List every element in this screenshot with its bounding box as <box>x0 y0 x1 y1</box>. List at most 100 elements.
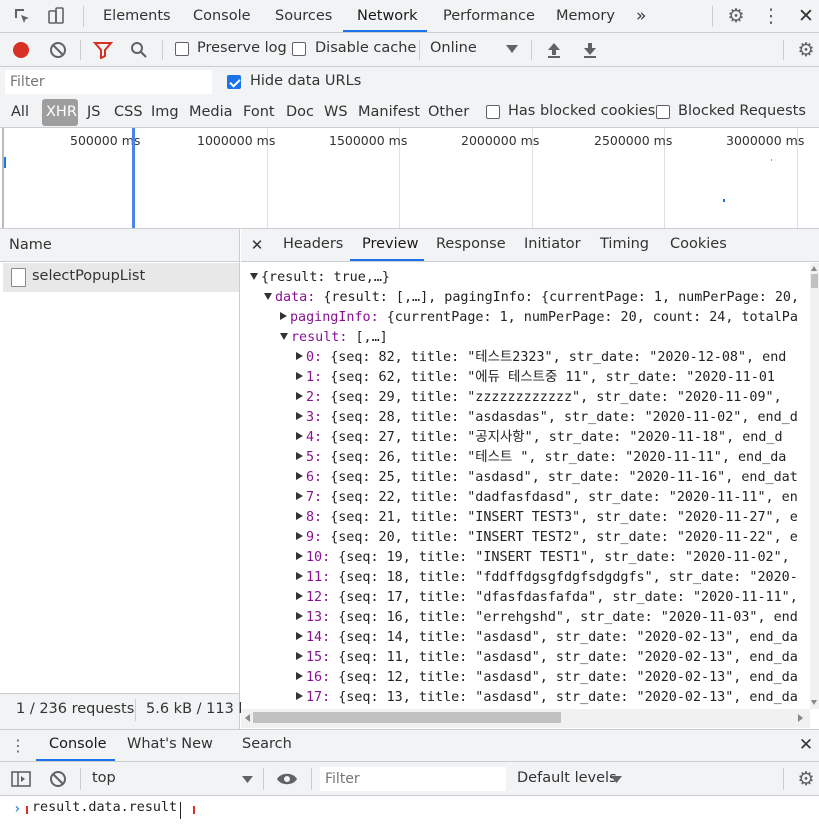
drawer-tab-console[interactable]: Console <box>49 736 107 752</box>
tab-initiator[interactable]: Initiator <box>524 236 581 252</box>
clear-console-icon[interactable] <box>48 769 68 789</box>
log-levels-arrow-icon[interactable] <box>609 771 623 787</box>
json-result-row[interactable]: 16: {seq: 12, title: "asdasd", str_date:… <box>296 668 798 688</box>
tab-memory[interactable]: Memory <box>556 0 615 32</box>
type-filter-xhr[interactable]: XHR <box>46 97 77 127</box>
horizontal-scrollbar-thumb[interactable] <box>253 712 561 723</box>
scroll-up-arrow-icon[interactable] <box>811 266 817 271</box>
tab-response[interactable]: Response <box>436 236 506 252</box>
settings-gear-icon[interactable]: ⚙ <box>725 5 747 27</box>
context-selector[interactable]: top <box>92 770 116 786</box>
tab-cookies[interactable]: Cookies <box>670 236 727 252</box>
json-result-row[interactable]: 8: {seq: 21, title: "INSERT TEST3", str_… <box>296 508 798 528</box>
request-name[interactable]: selectPopupList <box>32 268 145 284</box>
scroll-down-arrow-icon[interactable] <box>811 700 817 705</box>
console-filter-input[interactable] <box>320 767 506 791</box>
tab-console[interactable]: Console <box>193 0 251 32</box>
type-filter-manifest[interactable]: Manifest <box>358 97 420 127</box>
export-har-icon[interactable] <box>580 40 600 60</box>
json-result-row[interactable]: 14: {seq: 14, title: "asdasd", str_date:… <box>296 628 798 648</box>
scroll-left-arrow-icon[interactable] <box>245 714 250 722</box>
tab-timing[interactable]: Timing <box>600 236 649 252</box>
json-result-row[interactable]: 13: {seq: 16, title: "errehgshd", str_da… <box>296 608 798 628</box>
tab-elements[interactable]: Elements <box>103 0 171 32</box>
has-blocked-cookies-checkbox[interactable] <box>486 105 500 119</box>
device-toolbar-icon[interactable] <box>44 5 68 27</box>
show-sidebar-icon[interactable] <box>10 769 32 789</box>
search-icon[interactable] <box>128 40 150 60</box>
type-filter-doc[interactable]: Doc <box>286 97 314 127</box>
throttling-select[interactable]: Online <box>430 40 477 56</box>
json-result-row[interactable]: 15: {seq: 11, title: "asdasd", str_date:… <box>296 648 798 668</box>
disable-cache-checkbox[interactable] <box>292 42 306 56</box>
collapsed-triangle-icon <box>280 312 287 320</box>
filter-icon[interactable] <box>92 40 114 60</box>
type-filter-other[interactable]: Other <box>428 97 469 127</box>
filter-input[interactable] <box>5 70 212 94</box>
tab-preview[interactable]: Preview <box>362 236 418 252</box>
import-har-icon[interactable] <box>544 40 564 60</box>
json-result-row[interactable]: 10: {seq: 19, title: "INSERT TEST1", str… <box>296 548 790 568</box>
json-result-row[interactable]: 12: {seq: 17, title: "dfasfdasfafda", st… <box>296 588 798 608</box>
vertical-scrollbar[interactable] <box>810 263 819 709</box>
timeline-left-handle[interactable] <box>2 128 4 228</box>
timeline-tick-label: 1500000 ms <box>329 133 408 148</box>
type-filter-img[interactable]: Img <box>151 97 179 127</box>
json-result-row[interactable]: 4: {seq: 27, title: "공지사항", str_date: "2… <box>296 428 783 448</box>
json-result-row[interactable]: 5: {seq: 26, title: "테스트 ", str_date: "2… <box>296 448 786 468</box>
close-drawer-icon[interactable]: ✕ <box>796 735 816 755</box>
json-root[interactable]: {result: true,…} <box>250 268 390 288</box>
scroll-right-arrow-icon[interactable] <box>798 714 803 722</box>
hide-data-urls-checkbox[interactable] <box>227 75 241 89</box>
tab-headers[interactable]: Headers <box>283 236 343 252</box>
live-expression-eye-icon[interactable] <box>275 769 299 789</box>
clear-icon[interactable] <box>48 40 68 60</box>
json-result-row[interactable]: 6: {seq: 25, title: "asdasd", str_date: … <box>296 468 798 488</box>
json-result-row[interactable]: 17: {seq: 13, title: "asdasd", str_date:… <box>296 688 798 708</box>
console-settings-gear-icon[interactable]: ⚙ <box>795 768 817 790</box>
blocked-requests-checkbox[interactable] <box>656 105 670 119</box>
json-result-row[interactable]: 7: {seq: 22, title: "dadfasfdasd", str_d… <box>296 488 798 508</box>
type-filter-media[interactable]: Media <box>189 97 233 127</box>
json-result-row[interactable]: 3: {seq: 28, title: "asdasdas", str_date… <box>296 408 798 428</box>
drawer-menu-icon[interactable]: ⋮ <box>10 735 26 755</box>
json-result-row[interactable]: 0: {seq: 82, title: "테스트2323", str_date:… <box>296 348 786 368</box>
json-result-row[interactable]: 9: {seq: 20, title: "INSERT TEST2", str_… <box>296 528 798 548</box>
network-settings-gear-icon[interactable]: ⚙ <box>795 39 817 61</box>
more-tabs-button[interactable]: » <box>636 0 646 32</box>
toolbar-divider <box>783 768 784 790</box>
inspect-element-icon[interactable] <box>10 5 34 27</box>
name-column-header[interactable]: Name <box>9 237 52 253</box>
tab-sources[interactable]: Sources <box>275 0 332 32</box>
tab-network[interactable]: Network <box>357 0 418 32</box>
context-dropdown-arrow-icon[interactable] <box>240 771 254 787</box>
close-devtools-icon[interactable]: ✕ <box>795 5 817 27</box>
collapsed-triangle-icon <box>296 572 303 580</box>
json-paginginfo-node[interactable]: pagingInfo: {currentPage: 1, numPerPage:… <box>280 308 798 328</box>
log-levels-select[interactable]: Default levels <box>517 770 617 786</box>
drawer-tab-whats-new[interactable]: What's New <box>127 736 213 752</box>
close-detail-icon[interactable]: ✕ <box>249 236 265 254</box>
json-key: result: <box>291 330 348 345</box>
type-filter-js[interactable]: JS <box>87 97 100 127</box>
preserve-log-checkbox[interactable] <box>175 42 189 56</box>
json-result-node[interactable]: result: [,…] <box>280 328 388 348</box>
record-icon[interactable] <box>11 40 31 60</box>
drawer-tab-search[interactable]: Search <box>242 736 292 752</box>
json-result-row[interactable]: 11: {seq: 18, title: "fddffdgsgfdgfsdgdg… <box>296 568 798 588</box>
type-filter-css[interactable]: CSS <box>114 97 143 127</box>
json-row-value: {seq: 25, title: "asdasd", str_date: "20… <box>330 470 798 485</box>
type-filter-all[interactable]: All <box>11 97 29 127</box>
json-row-value: {seq: 28, title: "asdasdas", str_date: "… <box>330 410 798 425</box>
type-filter-font[interactable]: Font <box>243 97 275 127</box>
vertical-scrollbar-thumb[interactable] <box>811 274 818 288</box>
type-filter-ws[interactable]: WS <box>324 97 348 127</box>
json-result-row[interactable]: 1: {seq: 62, title: "에듀 테스트중 11", str_da… <box>296 368 775 388</box>
dropdown-arrow-icon[interactable] <box>504 41 520 57</box>
more-options-icon[interactable]: ⋮ <box>760 5 782 27</box>
json-data-node[interactable]: data: {result: [,…], pagingInfo: {curren… <box>264 288 799 308</box>
tab-performance[interactable]: Performance <box>443 0 535 32</box>
console-prompt-text[interactable]: result.data.result <box>32 800 177 815</box>
json-result-row[interactable]: 2: {seq: 29, title: "zzzzzzzzzzzz", str_… <box>296 388 782 408</box>
blocked-requests-label: Blocked Requests <box>678 103 806 119</box>
